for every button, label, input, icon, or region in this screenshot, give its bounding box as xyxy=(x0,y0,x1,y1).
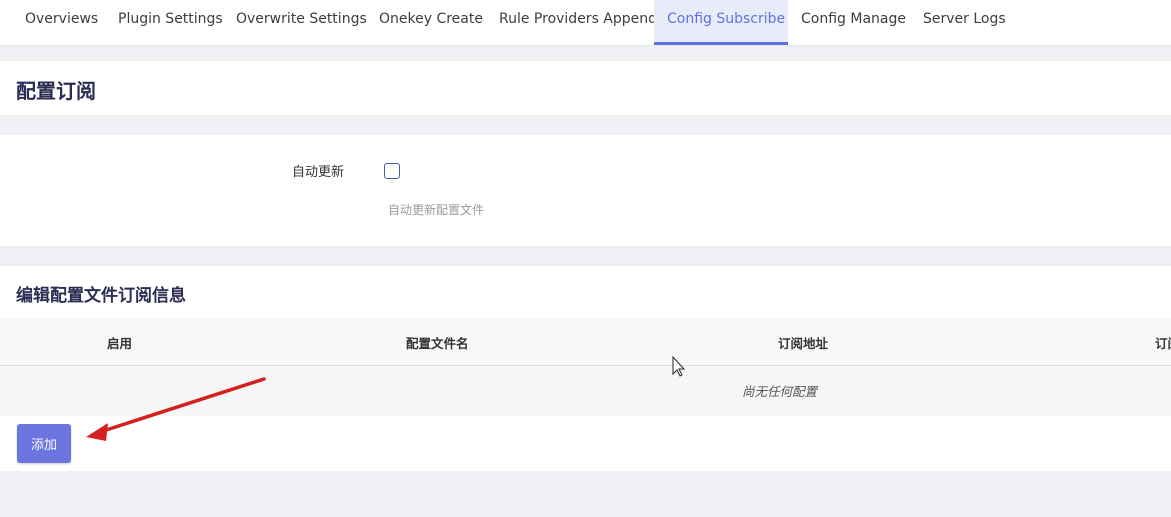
auto-update-hint: 自动更新配置文件 xyxy=(388,203,485,217)
page-title: 配置订阅 xyxy=(16,79,96,103)
tab-config-manage[interactable]: Config Manage xyxy=(801,0,906,45)
subscription-section-title: 编辑配置文件订阅信息 xyxy=(16,286,186,306)
tab-bar: Overviews Plugin Settings Overwrite Sett… xyxy=(0,0,1171,46)
tab-config-subscribe[interactable]: Config Subscribe xyxy=(654,0,788,45)
table-header: 启用 配置文件名 订阅地址 订阅 xyxy=(0,318,1171,366)
empty-message: 尚无任何配置 xyxy=(742,384,818,399)
column-config-name: 配置文件名 xyxy=(406,336,469,351)
table-empty-row: 尚无任何配置 xyxy=(0,366,1171,416)
add-button[interactable]: 添加 xyxy=(17,424,71,463)
auto-update-checkbox[interactable] xyxy=(384,163,400,179)
tab-overwrite-settings[interactable]: Overwrite Settings xyxy=(236,0,367,45)
auto-update-label: 自动更新 xyxy=(292,165,345,180)
tab-overviews[interactable]: Overviews xyxy=(25,0,98,45)
tab-rule-providers-append[interactable]: Rule Providers Append xyxy=(499,0,657,45)
tab-server-logs[interactable]: Server Logs xyxy=(923,0,1006,45)
column-subscribe-extra: 订阅 xyxy=(1155,336,1171,351)
title-panel: 配置订阅 xyxy=(0,61,1171,115)
tab-onekey-create[interactable]: Onekey Create xyxy=(379,0,483,45)
tab-plugin-settings[interactable]: Plugin Settings xyxy=(118,0,223,45)
settings-panel xyxy=(0,135,1171,246)
column-subscribe-url: 订阅地址 xyxy=(778,336,829,351)
column-enable: 启用 xyxy=(107,336,133,351)
